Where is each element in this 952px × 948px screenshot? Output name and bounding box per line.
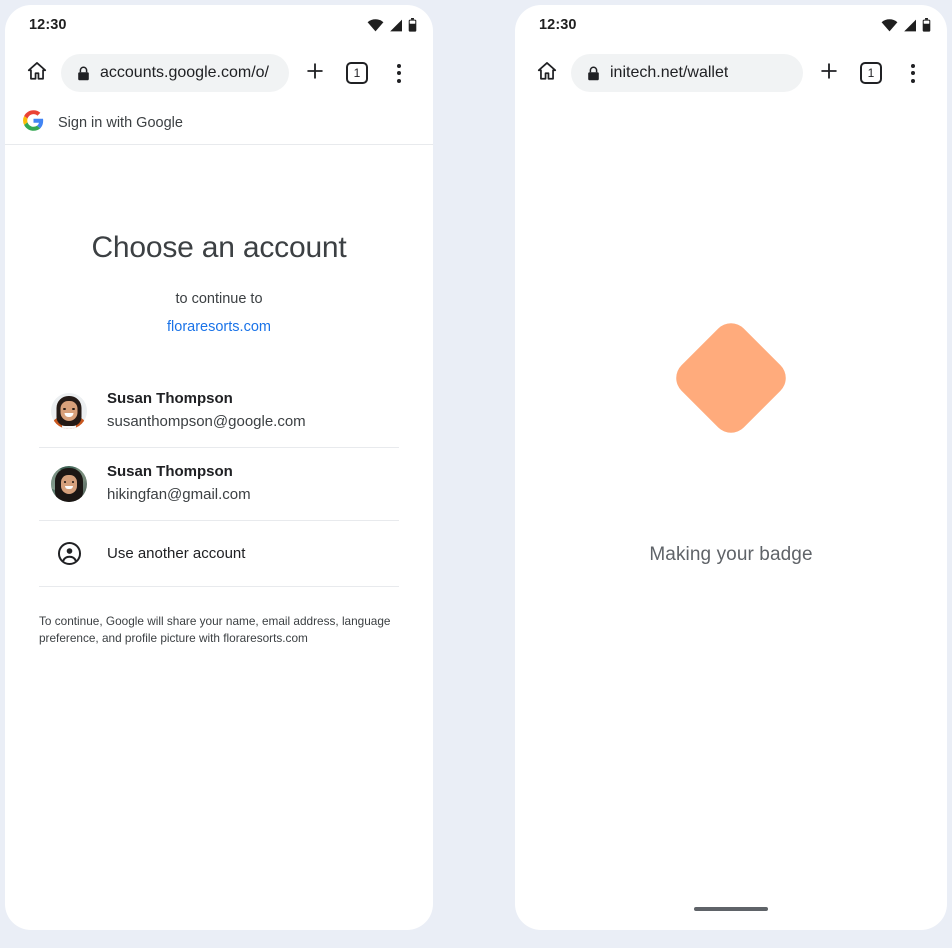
browser-menu-button-right[interactable] [893,53,933,93]
account-row[interactable]: Susan Thompson hikingfan@gmail.com [39,448,399,521]
tab-count-badge-left: 1 [346,62,368,84]
home-button-left[interactable] [17,53,57,93]
status-bar-left: 12:30 [5,5,433,45]
lock-icon [587,66,600,81]
address-bar-url-right: initech.net/wallet [610,64,729,81]
tab-switcher-button-left[interactable]: 1 [337,53,377,93]
continue-domain-link[interactable]: floraresorts.com [39,319,399,335]
status-icons [881,18,931,32]
account-name: Susan Thompson [107,390,233,407]
status-bar-right: 12:30 [515,5,947,45]
use-another-account-row[interactable]: Use another account [39,521,399,587]
cellular-signal-icon [903,19,917,32]
home-indicator-bar [694,907,768,911]
battery-icon [408,18,417,32]
home-icon [536,60,558,87]
page-title: Choose an account [91,231,347,264]
home-button-right[interactable] [527,53,567,93]
account-list: Susan Thompson susanthompson@google.com [39,375,399,587]
badge-loading-view: Making your badge [515,101,947,930]
screenshot-canvas: 12:30 accounts.google.com/o/ 1 Sign in w… [0,0,952,948]
account-email: susanthompson@google.com [107,413,306,430]
new-tab-button-left[interactable] [295,53,335,93]
status-time: 12:30 [539,17,577,33]
address-bar-url-left: accounts.google.com/o/ [100,64,269,81]
cellular-signal-icon [389,19,403,32]
plus-icon [304,60,326,87]
status-time: 12:30 [29,17,67,33]
avatar [51,392,87,429]
wifi-icon [881,18,898,32]
kebab-menu-icon [397,63,401,83]
loading-caption: Making your badge [649,544,813,565]
signin-body: Choose an account to continue to florare… [5,231,433,647]
wifi-icon [367,18,384,32]
browser-menu-button-left[interactable] [379,53,419,93]
loading-diamond-icon [668,315,794,441]
google-signin-header-label: Sign in with Google [58,114,183,131]
new-tab-button-right[interactable] [809,53,849,93]
use-another-account-label: Use another account [107,545,246,562]
battery-icon [922,18,931,32]
lock-icon [77,66,90,81]
google-signin-header: Sign in with Google [5,101,433,145]
account-name: Susan Thompson [107,463,233,480]
google-g-icon [23,109,44,136]
tab-switcher-button-right[interactable]: 1 [851,53,891,93]
account-row[interactable]: Susan Thompson susanthompson@google.com [39,375,399,448]
kebab-menu-icon [911,63,915,83]
account-email: hikingfan@gmail.com [107,486,251,503]
avatar [51,465,87,502]
status-icons [367,18,417,32]
sharing-disclaimer: To continue, Google will share your name… [39,614,391,645]
phone-left: 12:30 accounts.google.com/o/ 1 Sign in w… [5,5,433,930]
home-icon [26,60,48,87]
address-bar-left[interactable]: accounts.google.com/o/ [61,54,289,92]
browser-toolbar-right: initech.net/wallet 1 [515,45,947,101]
phone-right: 12:30 initech.net/wallet 1 Making your b… [515,5,947,930]
account-circle-icon [51,541,87,566]
plus-icon [818,60,840,87]
browser-toolbar-left: accounts.google.com/o/ 1 [5,45,433,101]
continue-subtitle: to continue to [175,291,263,307]
tab-count-badge-right: 1 [860,62,882,84]
address-bar-right[interactable]: initech.net/wallet [571,54,803,92]
